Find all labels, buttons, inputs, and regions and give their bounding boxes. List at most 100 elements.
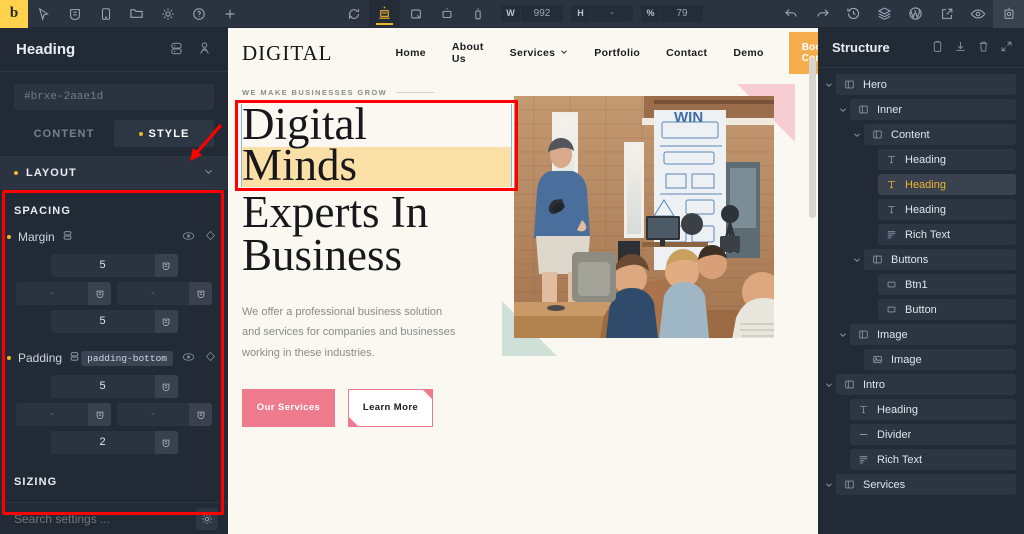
margin-visibility-eye-icon[interactable] (182, 230, 195, 244)
plus-icon[interactable] (214, 0, 245, 28)
structure-node-pill[interactable]: Btn1 (878, 274, 1016, 295)
nav-item-demo[interactable]: Demo (720, 47, 776, 59)
width-value[interactable]: 992 (521, 5, 563, 22)
structure-node-heading[interactable]: Heading (818, 399, 1016, 420)
structure-node-pill[interactable]: Image (864, 349, 1016, 370)
nav-item-portfolio[interactable]: Portfolio (581, 47, 653, 59)
margin-left-value[interactable]: - (16, 282, 88, 305)
margin-bottom-value[interactable]: 5 (51, 310, 155, 333)
layers-icon[interactable] (869, 0, 900, 28)
structure-node-image[interactable]: Image (818, 349, 1016, 370)
revisions-icon[interactable] (838, 0, 869, 28)
margin-right-input[interactable]: - (117, 282, 212, 305)
structure-node-pill[interactable]: Intro (836, 374, 1016, 395)
chevron-down-icon[interactable] (822, 480, 836, 490)
redo-icon[interactable] (807, 0, 838, 28)
nav-item-home[interactable]: Home (382, 47, 438, 59)
element-id-field[interactable]: #brxe-2aae1d (14, 84, 214, 110)
structure-node-button[interactable]: Button (818, 299, 1016, 320)
chevron-down-icon[interactable] (822, 380, 836, 390)
chevron-down-icon[interactable] (822, 80, 836, 90)
hero-heading-second[interactable]: Experts In Business (242, 189, 502, 278)
mobile-portrait-icon[interactable] (90, 0, 121, 28)
desktop-icon[interactable] (369, 0, 400, 28)
wordpress-icon[interactable] (900, 0, 931, 28)
structure-node-pill[interactable]: Divider (850, 424, 1016, 445)
collapse-icon[interactable] (1000, 40, 1013, 56)
margin-bottom-unit-icon[interactable] (154, 310, 178, 333)
padding-bottom-value[interactable]: 2 (51, 431, 155, 454)
mobile-icon[interactable] (462, 0, 493, 28)
margin-link-icon[interactable] (62, 230, 73, 244)
bricks-logo[interactable]: b (0, 0, 28, 28)
chevron-down-icon[interactable] (850, 255, 864, 265)
margin-top-input[interactable]: 5 (50, 254, 178, 277)
trash-icon[interactable] (977, 40, 990, 56)
structure-node-heading[interactable]: Heading (818, 149, 1016, 170)
site-logo[interactable]: DIGITAL (242, 41, 332, 66)
padding-right-input[interactable]: - (117, 403, 212, 426)
selected-heading-wrapper[interactable]: Digital Minds (235, 100, 518, 191)
nav-item-about-us[interactable]: About Us (439, 41, 497, 65)
structure-node-pill[interactable]: Hero (836, 74, 1016, 95)
external-link-icon[interactable] (931, 0, 962, 28)
padding-right-value[interactable]: - (117, 403, 189, 426)
structure-node-pill[interactable]: Inner (850, 99, 1016, 120)
padding-top-input[interactable]: 5 (50, 375, 178, 398)
structure-node-pill[interactable]: Heading (878, 199, 1016, 220)
structure-node-rich-text[interactable]: Rich Text (818, 449, 1016, 470)
padding-top-unit-icon[interactable] (154, 375, 178, 398)
margin-dynamic-data-icon[interactable] (205, 230, 216, 244)
learn-more-button[interactable]: Learn More (348, 389, 433, 428)
tab-content[interactable]: CONTENT (14, 120, 114, 147)
margin-right-value[interactable]: - (117, 282, 189, 305)
refresh-icon[interactable] (338, 0, 369, 28)
structure-node-pill[interactable]: Heading (878, 174, 1016, 195)
structure-node-divider[interactable]: Divider (818, 424, 1016, 445)
padding-bottom-input[interactable]: 2 (50, 431, 178, 454)
structure-node-pill[interactable]: Rich Text (878, 224, 1016, 245)
padding-top-value[interactable]: 5 (51, 375, 155, 398)
zoom-value[interactable]: 79 (661, 5, 703, 22)
folder-icon[interactable] (121, 0, 152, 28)
margin-top-unit-icon[interactable] (154, 254, 178, 277)
duplicate-icon[interactable] (169, 41, 184, 59)
chevron-down-icon[interactable] (850, 130, 864, 140)
nav-item-contact[interactable]: Contact (653, 47, 720, 59)
structure-node-inner[interactable]: Inner (818, 99, 1016, 120)
cursor-icon[interactable] (28, 0, 59, 28)
search-input[interactable] (14, 511, 196, 526)
search-gear-icon[interactable] (196, 507, 218, 530)
structure-node-heading[interactable]: Heading (818, 199, 1016, 220)
structure-node-pill[interactable]: Button (878, 299, 1016, 320)
save-icon[interactable] (993, 0, 1024, 28)
download-icon[interactable] (954, 40, 967, 56)
padding-bottom-unit-icon[interactable] (154, 431, 178, 454)
nav-item-services[interactable]: Services (497, 47, 582, 59)
structure-node-buttons[interactable]: Buttons (818, 249, 1016, 270)
padding-visibility-eye-icon[interactable] (182, 351, 195, 365)
canvas-width-field[interactable]: W 992 (501, 5, 563, 22)
padding-left-input[interactable]: - (16, 403, 111, 426)
structure-node-pill[interactable]: Heading (878, 149, 1016, 170)
hero-image[interactable]: WIN (514, 96, 774, 338)
structure-node-pill[interactable]: Services (836, 474, 1016, 495)
bricks-badge-icon[interactable] (59, 0, 90, 28)
margin-top-value[interactable]: 5 (51, 254, 155, 277)
laptop-icon[interactable] (400, 0, 431, 28)
structure-node-pill[interactable]: Heading (850, 399, 1016, 420)
preview-eye-icon[interactable] (962, 0, 993, 28)
chevron-down-icon[interactable] (836, 330, 850, 340)
website-preview-canvas[interactable]: DIGITAL Home About Us Services Portfolio… (228, 28, 818, 534)
padding-right-unit-icon[interactable] (189, 403, 212, 426)
hero-paragraph[interactable]: We offer a professional business solutio… (242, 302, 457, 363)
margin-bottom-input[interactable]: 5 (50, 310, 178, 333)
canvas-zoom-field[interactable]: % 79 (641, 5, 703, 22)
tab-style[interactable]: STYLE (114, 120, 214, 147)
margin-left-unit-icon[interactable] (88, 282, 111, 305)
accordion-layout[interactable]: LAYOUT (0, 156, 228, 189)
padding-left-unit-icon[interactable] (88, 403, 111, 426)
undo-icon[interactable] (776, 0, 807, 28)
margin-right-unit-icon[interactable] (189, 282, 212, 305)
structure-node-pill[interactable]: Content (864, 124, 1016, 145)
